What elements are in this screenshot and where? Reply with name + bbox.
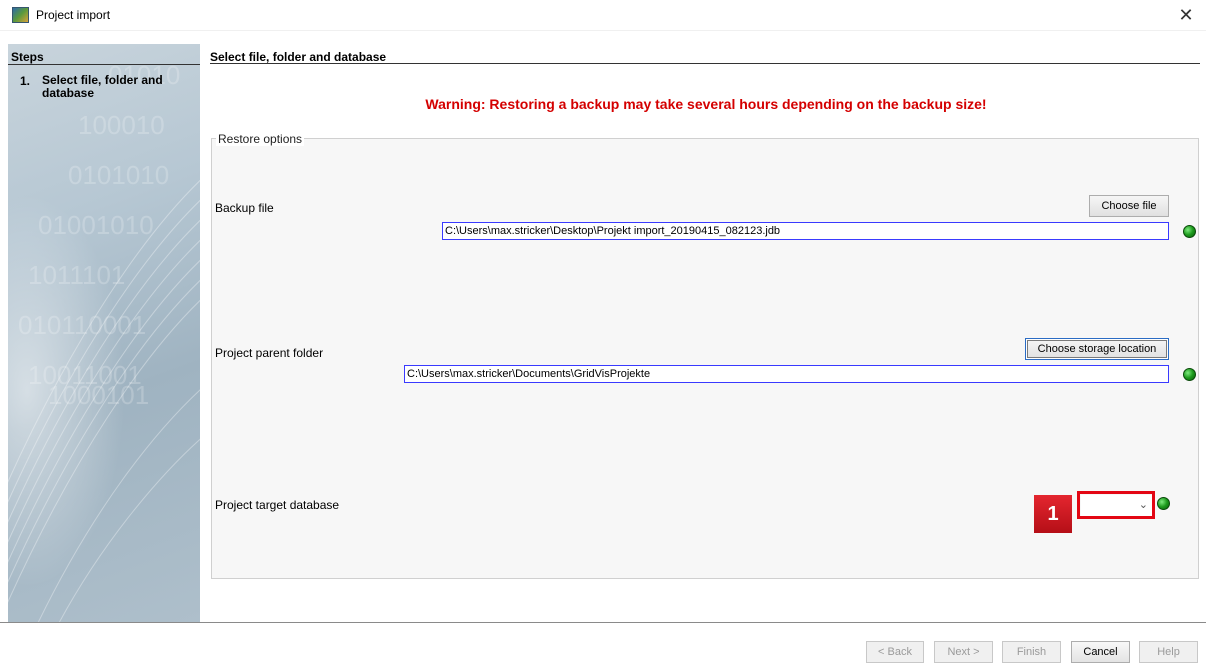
- backup-status-icon: [1183, 225, 1196, 238]
- deco-digits: 1000101: [48, 380, 149, 410]
- step-number: 1.: [20, 74, 31, 88]
- target-database-label: Project target database: [215, 498, 340, 512]
- title-bar: Project import ✕: [0, 0, 1206, 31]
- deco-digits: 1011101: [28, 260, 125, 290]
- deco-digits: 0101010: [68, 160, 169, 190]
- close-button[interactable]: ✕: [1166, 0, 1206, 30]
- window-title: Project import: [36, 8, 111, 22]
- step-label: Select file, folder and database: [42, 73, 163, 100]
- warning-message: Warning: Restoring a backup may take sev…: [425, 96, 987, 112]
- deco-digits: 100010: [78, 110, 165, 140]
- target-database-status-icon: [1157, 497, 1170, 510]
- steps-title: Steps: [11, 50, 44, 64]
- backup-file-input[interactable]: C:\Users\max.stricker\Desktop\Projekt im…: [442, 222, 1169, 240]
- back-button[interactable]: < Back: [866, 641, 924, 663]
- sidebar-decoration: 01010 100010 0101010 01001010 1011101 01…: [8, 60, 200, 622]
- steps-sidebar: 01010 100010 0101010 01001010 1011101 01…: [8, 44, 200, 622]
- annotation-badge: 1: [1034, 495, 1072, 533]
- help-button[interactable]: Help: [1139, 641, 1198, 663]
- title-divider: [210, 63, 1200, 64]
- annotation-highlight-box: [1077, 491, 1155, 519]
- parent-folder-label: Project parent folder: [215, 346, 324, 360]
- cancel-button[interactable]: Cancel: [1071, 641, 1130, 663]
- group-title: Restore options: [216, 132, 305, 146]
- next-button[interactable]: Next >: [934, 641, 993, 663]
- finish-button[interactable]: Finish: [1002, 641, 1061, 663]
- app-icon: [12, 7, 29, 23]
- deco-digits: 010110001: [18, 310, 146, 340]
- backup-file-label: Backup file: [215, 201, 274, 215]
- parent-folder-status-icon: [1183, 368, 1196, 381]
- choose-storage-location-button[interactable]: Choose storage location: [1025, 338, 1169, 360]
- deco-digits: 01001010: [38, 210, 154, 240]
- page-title: Select file, folder and database: [210, 50, 387, 64]
- choose-file-button[interactable]: Choose file: [1089, 195, 1169, 217]
- parent-folder-input[interactable]: C:\Users\max.stricker\Documents\GridVisP…: [404, 365, 1169, 383]
- steps-divider: [8, 64, 200, 65]
